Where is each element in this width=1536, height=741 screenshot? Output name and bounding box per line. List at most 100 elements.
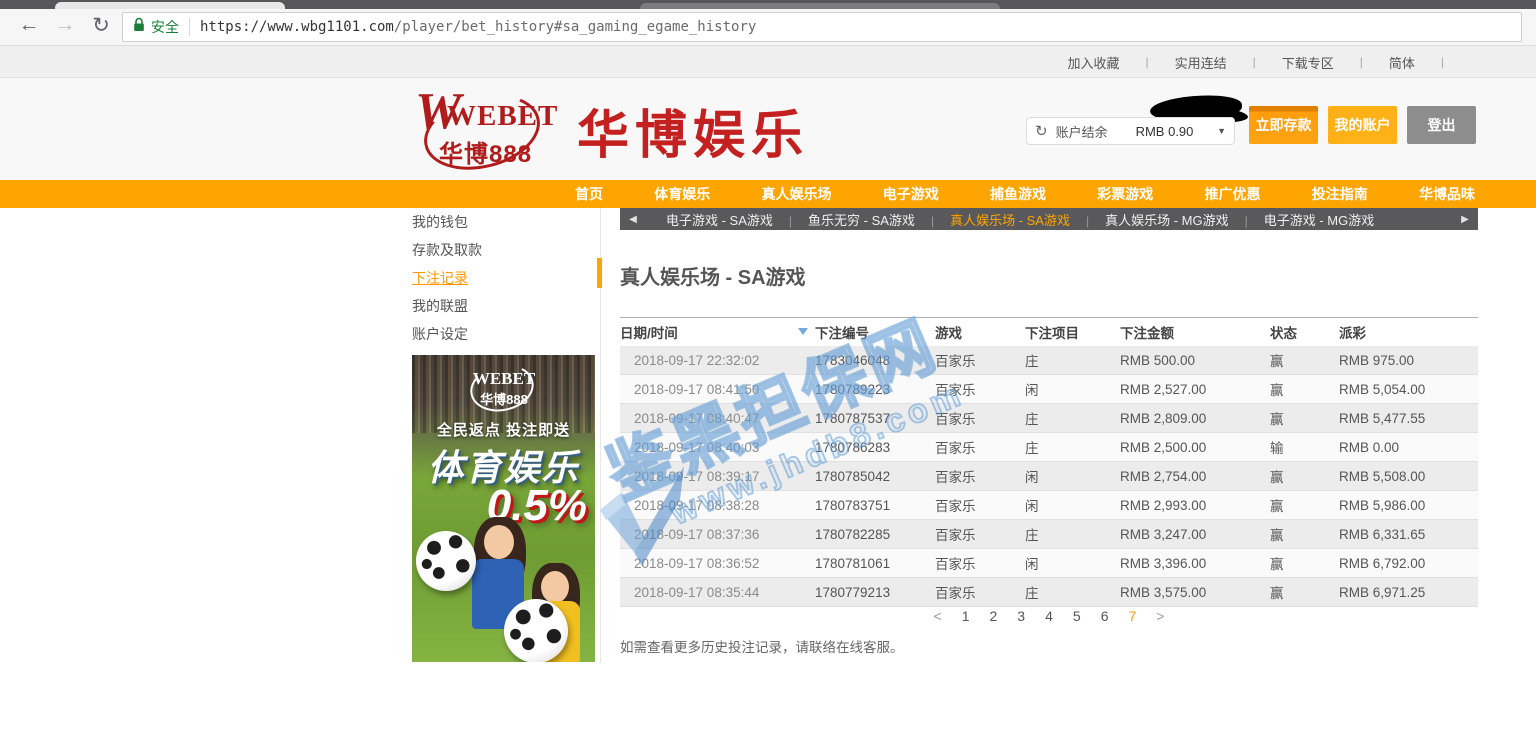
top-link[interactable]: 简体 (1389, 53, 1415, 72)
nav-item[interactable]: 真人娱乐场 (762, 184, 832, 204)
logout-button[interactable]: 登出 (1407, 106, 1476, 144)
page-link[interactable]: 5 (1073, 608, 1081, 624)
cell-payout: RMB 0.00 (1339, 440, 1478, 455)
url-separator (189, 18, 190, 36)
cell-bet-amount: RMB 3,575.00 (1120, 585, 1270, 600)
top-link[interactable]: 实用连结 (1175, 53, 1227, 72)
cell-bet-item: 闲 (1025, 466, 1120, 486)
logo-mark-icon: W WEBET 华博888 (413, 84, 563, 176)
sidebar-item[interactable]: 存款及取款 (412, 236, 598, 264)
back-icon[interactable]: ← (14, 13, 44, 37)
sidebar-item[interactable]: 下注记录 (412, 264, 598, 292)
column-header[interactable]: 下注项目 (1025, 322, 1120, 342)
page-link[interactable]: 7 (1128, 608, 1136, 624)
cell-payout: RMB 5,508.00 (1339, 469, 1478, 484)
top-link[interactable]: 下载专区 (1282, 53, 1334, 72)
screen: ← → ↻ 安全 https://www.wbg1101.com/player/… (0, 0, 1536, 741)
soccer-ball-graphic (416, 531, 476, 591)
column-header[interactable]: 日期/时间 (620, 322, 815, 342)
nav-item[interactable]: 华博品味 (1419, 184, 1475, 204)
page-link[interactable]: 6 (1101, 608, 1109, 624)
table-row: 2018-09-17 08:38:28 1780783751 百家乐 闲 RMB… (620, 491, 1478, 520)
banner-logo: WEBET 华博888 (462, 363, 546, 415)
table-row: 2018-09-17 22:32:02 1783046048 百家乐 庄 RMB… (620, 346, 1478, 375)
cell-datetime: 2018-09-17 08:39:17 (620, 469, 815, 484)
cell-game: 百家乐 (935, 524, 1025, 544)
address-bar[interactable]: 安全 https://www.wbg1101.com/player/bet_hi… (122, 12, 1522, 42)
cell-game: 百家乐 (935, 350, 1025, 370)
nav-item[interactable]: 体育娱乐 (654, 184, 710, 204)
nav-item[interactable]: 捕鱼游戏 (990, 184, 1046, 204)
chevron-down-icon[interactable]: ▼ (1217, 126, 1226, 136)
column-header[interactable]: 下注编号 (815, 322, 935, 342)
nav-item[interactable]: 投注指南 (1312, 184, 1368, 204)
banner-logo-webet: WEBET (462, 369, 546, 389)
game-tab[interactable]: 鱼乐无穷 - SA游戏 (808, 210, 950, 229)
game-tab[interactable]: 真人娱乐场 - MG游戏 (1105, 210, 1264, 229)
balance-dropdown[interactable]: ↻ 账户结余 RMB 0.90 ▼ (1026, 117, 1235, 145)
my-account-button[interactable]: 我的账户 (1328, 106, 1397, 144)
column-header[interactable]: 游戏 (935, 322, 1025, 342)
sort-descending-icon[interactable] (798, 328, 808, 335)
game-tab[interactable]: 真人娱乐场 - SA游戏 (950, 210, 1105, 229)
refresh-icon[interactable]: ↻ (86, 13, 116, 38)
table-row: 2018-09-17 08:37:36 1780782285 百家乐 庄 RMB… (620, 520, 1478, 549)
site-logo[interactable]: W WEBET 华博888 华博娱乐 (413, 84, 809, 176)
cell-status: 赢 (1270, 495, 1339, 515)
table-row: 2018-09-17 08:41:50 1780789223 百家乐 闲 RMB… (620, 375, 1478, 404)
nav-item[interactable]: 电子游戏 (883, 184, 939, 204)
refresh-balance-icon[interactable]: ↻ (1035, 122, 1048, 140)
game-tab[interactable]: 电子游戏 - SA游戏 (666, 210, 808, 229)
secure-label: 安全 (151, 17, 179, 37)
cell-bet-amount: RMB 3,247.00 (1120, 527, 1270, 542)
sidebar-active-indicator (597, 258, 602, 288)
prev-page-link[interactable]: < (934, 608, 942, 624)
cell-bet-id: 1780785042 (815, 469, 935, 484)
cell-game: 百家乐 (935, 582, 1025, 602)
forward-icon[interactable]: → (50, 13, 80, 37)
page-link[interactable]: 3 (1017, 608, 1025, 624)
nav-item[interactable]: 首页 (575, 184, 603, 204)
game-history-tabbar: ◀ 电子游戏 - SA游戏 鱼乐无穷 - SA游戏 真人娱乐场 - SA游戏 真… (620, 208, 1478, 230)
lock-icon (133, 17, 145, 37)
browser-tabstrip (0, 0, 1536, 9)
top-links-bar: 加入收藏 | 实用连结 | 下载专区 | 简体 | (0, 46, 1536, 78)
cell-payout: RMB 6,792.00 (1339, 556, 1478, 571)
ad-banner[interactable]: WEBET 华博888 全民返点 投注即送 体育娱乐 0.5% (412, 355, 595, 662)
page-link[interactable]: 4 (1045, 608, 1053, 624)
game-tab[interactable]: 电子游戏 - MG游戏 (1264, 210, 1375, 229)
cell-datetime: 2018-09-17 08:40:03 (620, 440, 815, 455)
cell-bet-id: 1780787537 (815, 411, 935, 426)
cell-status: 赢 (1270, 350, 1339, 370)
cell-payout: RMB 6,331.65 (1339, 527, 1478, 542)
column-header[interactable]: 派彩 (1339, 322, 1478, 342)
cell-bet-amount: RMB 2,500.00 (1120, 440, 1270, 455)
column-header[interactable]: 状态 (1270, 322, 1339, 342)
browser-tab[interactable] (55, 2, 285, 9)
top-link[interactable]: 加入收藏 (1067, 53, 1119, 72)
nav-item[interactable]: 推广优惠 (1205, 184, 1261, 204)
cell-status: 赢 (1270, 553, 1339, 573)
sidebar-item[interactable]: 我的联盟 (412, 292, 598, 320)
cell-payout: RMB 975.00 (1339, 353, 1478, 368)
nav-item[interactable]: 彩票游戏 (1097, 184, 1153, 204)
balance-label: 账户结余 (1056, 122, 1108, 141)
table-row: 2018-09-17 08:36:52 1780781061 百家乐 闲 RMB… (620, 549, 1478, 578)
page-links: 1 2 3 4 5 6 7 (962, 608, 1137, 624)
column-header[interactable]: 下注金额 (1120, 322, 1270, 342)
tab-scroll-left-icon[interactable]: ◀ (620, 214, 646, 225)
page-link[interactable]: 2 (990, 608, 998, 624)
cell-payout: RMB 5,986.00 (1339, 498, 1478, 513)
cell-bet-id: 1780779213 (815, 585, 935, 600)
deposit-button[interactable]: 立即存款 (1249, 106, 1318, 144)
sidebar-item[interactable]: 账户设定 (412, 320, 598, 348)
tab-scroll-right-icon[interactable]: ▶ (1452, 214, 1478, 225)
sidebar-item[interactable]: 我的钱包 (412, 208, 598, 236)
top-link-separator: | (1441, 55, 1444, 69)
sidebar: 我的钱包 存款及取款 下注记录 我的联盟 账户设定 (412, 208, 598, 348)
cell-payout: RMB 6,971.25 (1339, 585, 1478, 600)
url-path: /player/bet_history#sa_gaming_egame_hist… (394, 19, 756, 35)
page-title: 真人娱乐场 - SA游戏 (620, 261, 806, 290)
next-page-link[interactable]: > (1156, 608, 1164, 624)
page-link[interactable]: 1 (962, 608, 970, 624)
